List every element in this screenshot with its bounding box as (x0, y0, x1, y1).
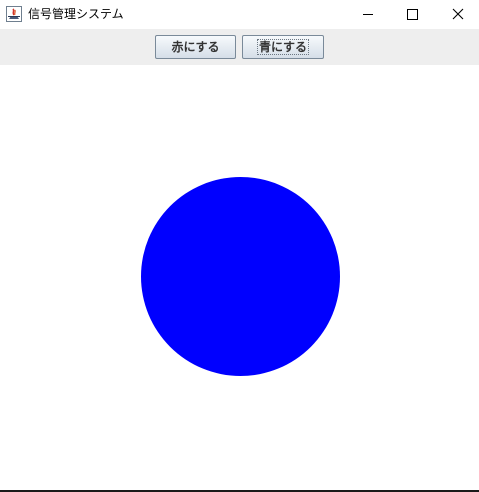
signal-light (141, 177, 340, 376)
window-title: 信号管理システム (28, 7, 124, 21)
button-panel: 赤にする 青にする (0, 29, 479, 65)
app-window: 信号管理システム 赤にする 青にする (0, 0, 479, 492)
maximize-button[interactable] (389, 0, 435, 29)
close-icon (452, 8, 464, 20)
minimize-button[interactable] (345, 0, 391, 29)
close-button[interactable] (434, 0, 479, 29)
minimize-icon (363, 14, 373, 15)
signal-canvas (0, 65, 479, 490)
make-blue-button[interactable]: 青にする (242, 35, 324, 59)
make-blue-button-label: 青にする (256, 39, 310, 55)
java-icon (6, 6, 22, 22)
title-bar[interactable]: 信号管理システム (0, 0, 479, 29)
maximize-icon (407, 9, 418, 20)
make-red-button[interactable]: 赤にする (155, 35, 236, 59)
